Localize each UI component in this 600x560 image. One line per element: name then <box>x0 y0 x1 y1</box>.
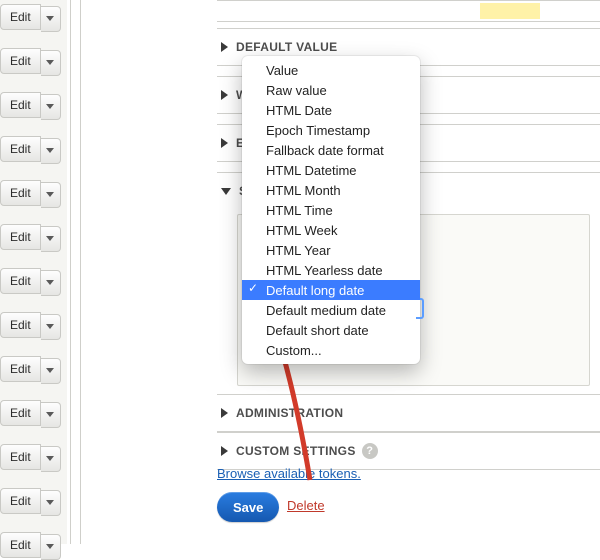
chevron-right-icon <box>221 138 228 148</box>
edit-dropdown-toggle[interactable] <box>41 534 61 560</box>
edit-button[interactable]: Edit <box>0 180 41 206</box>
edit-split-button[interactable]: Edit <box>0 4 61 32</box>
edit-button[interactable]: Edit <box>0 136 41 162</box>
caret-down-icon <box>46 192 54 197</box>
top-row <box>217 0 600 22</box>
edit-button[interactable]: Edit <box>0 356 41 382</box>
caret-down-icon <box>46 456 54 461</box>
chevron-right-icon <box>221 90 228 100</box>
chevron-right-icon <box>221 408 228 418</box>
menu-item[interactable]: HTML Yearless date <box>242 260 420 280</box>
chevron-down-icon <box>221 188 231 195</box>
edit-split-button[interactable]: Edit <box>0 136 61 164</box>
edit-split-button[interactable]: Edit <box>0 48 61 76</box>
edit-button[interactable]: Edit <box>0 224 41 250</box>
menu-item[interactable]: Default long date <box>242 280 420 300</box>
caret-down-icon <box>46 280 54 285</box>
edit-button[interactable]: Edit <box>0 92 41 118</box>
caret-down-icon <box>46 544 54 549</box>
caret-down-icon <box>46 236 54 241</box>
save-button[interactable]: Save <box>217 492 279 522</box>
edit-split-button[interactable]: Edit <box>0 312 61 340</box>
highlight-marker <box>480 3 540 19</box>
format-dropdown-menu[interactable]: ValueRaw valueHTML DateEpoch TimestampFa… <box>242 56 420 364</box>
caret-down-icon <box>46 60 54 65</box>
divider <box>80 0 81 544</box>
menu-item[interactable]: Fallback date format <box>242 140 420 160</box>
edit-dropdown-toggle[interactable] <box>41 94 61 120</box>
menu-item[interactable]: HTML Time <box>242 200 420 220</box>
section-label: DEFAULT VALUE <box>236 40 337 54</box>
edit-button[interactable]: Edit <box>0 312 41 338</box>
caret-down-icon <box>46 148 54 153</box>
menu-item[interactable]: Default short date <box>242 320 420 340</box>
caret-down-icon <box>46 104 54 109</box>
help-icon[interactable]: ? <box>362 443 378 459</box>
edit-dropdown-toggle[interactable] <box>41 6 61 32</box>
menu-item[interactable]: Raw value <box>242 80 420 100</box>
edit-dropdown-toggle[interactable] <box>41 182 61 208</box>
section-administration[interactable]: ADMINISTRATION <box>217 394 600 432</box>
edit-split-button[interactable]: Edit <box>0 356 61 384</box>
edit-split-button[interactable]: Edit <box>0 400 61 428</box>
menu-item[interactable]: Value <box>242 60 420 80</box>
menu-item[interactable]: Default medium date <box>242 300 420 320</box>
browse-tokens-link[interactable]: Browse available tokens. <box>217 466 361 481</box>
edit-split-button[interactable]: Edit <box>0 444 61 472</box>
section-label: ADMINISTRATION <box>236 406 343 420</box>
edit-dropdown-toggle[interactable] <box>41 314 61 340</box>
edit-dropdown-toggle[interactable] <box>41 446 61 472</box>
edit-split-button[interactable]: Edit <box>0 224 61 252</box>
menu-item[interactable]: HTML Date <box>242 100 420 120</box>
edit-dropdown-toggle[interactable] <box>41 490 61 516</box>
edit-button[interactable]: Edit <box>0 4 41 30</box>
divider <box>70 0 71 544</box>
section-custom-settings[interactable]: CUSTOM SETTINGS ? <box>217 432 600 470</box>
edit-button[interactable]: Edit <box>0 444 41 470</box>
caret-down-icon <box>46 412 54 417</box>
edit-button[interactable]: Edit <box>0 488 41 514</box>
caret-down-icon <box>46 368 54 373</box>
delete-link[interactable]: Delete <box>287 498 325 513</box>
menu-item[interactable]: Custom... <box>242 340 420 360</box>
edit-dropdown-toggle[interactable] <box>41 226 61 252</box>
caret-down-icon <box>46 500 54 505</box>
caret-down-icon <box>46 324 54 329</box>
edit-split-button[interactable]: Edit <box>0 268 61 296</box>
section-label: CUSTOM SETTINGS <box>236 444 356 458</box>
edit-button[interactable]: Edit <box>0 48 41 74</box>
menu-item[interactable]: HTML Year <box>242 240 420 260</box>
menu-item[interactable]: HTML Week <box>242 220 420 240</box>
edit-split-button[interactable]: Edit <box>0 532 61 560</box>
edit-button[interactable]: Edit <box>0 532 41 558</box>
edit-split-button[interactable]: Edit <box>0 180 61 208</box>
edit-dropdown-toggle[interactable] <box>41 50 61 76</box>
edit-split-button[interactable]: Edit <box>0 488 61 516</box>
edit-split-button[interactable]: Edit <box>0 92 61 120</box>
menu-item[interactable]: HTML Month <box>242 180 420 200</box>
chevron-right-icon <box>221 446 228 456</box>
caret-down-icon <box>46 16 54 21</box>
chevron-right-icon <box>221 42 228 52</box>
menu-item[interactable]: Epoch Timestamp <box>242 120 420 140</box>
edit-dropdown-toggle[interactable] <box>41 270 61 296</box>
edit-dropdown-toggle[interactable] <box>41 138 61 164</box>
edit-button[interactable]: Edit <box>0 268 41 294</box>
edit-dropdown-toggle[interactable] <box>41 402 61 428</box>
edit-button[interactable]: Edit <box>0 400 41 426</box>
edit-dropdown-toggle[interactable] <box>41 358 61 384</box>
menu-item[interactable]: HTML Datetime <box>242 160 420 180</box>
